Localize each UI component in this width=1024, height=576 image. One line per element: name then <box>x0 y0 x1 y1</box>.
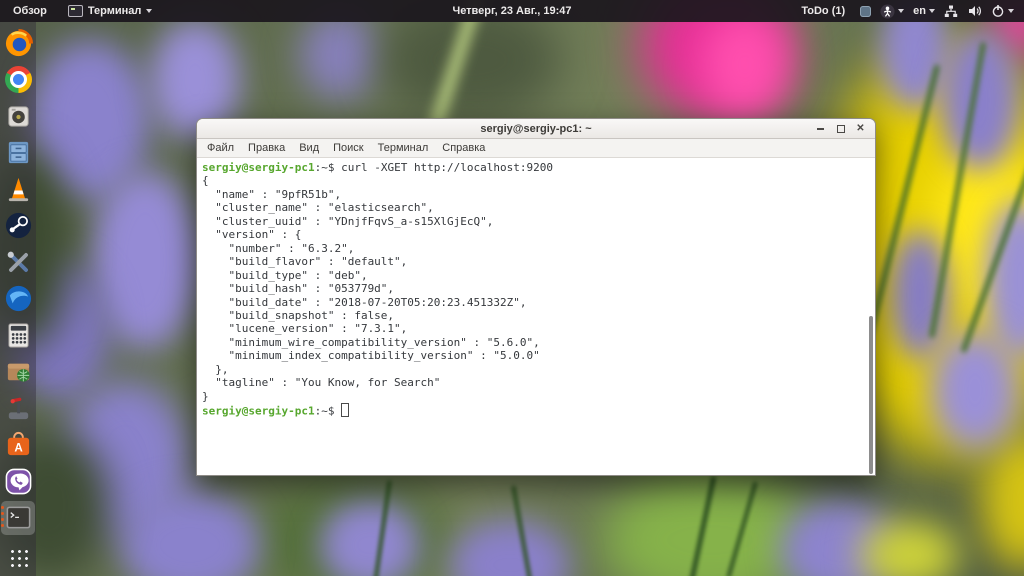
chevron-down-icon <box>929 9 935 13</box>
launcher-item-app-store[interactable]: A <box>1 428 35 462</box>
maximize-button[interactable] <box>835 123 846 134</box>
show-applications-button[interactable] <box>7 547 29 568</box>
network-icon[interactable] <box>944 5 958 18</box>
terminal-output-line: } <box>202 389 209 403</box>
terminal-command: curl -XGET http://localhost:9200 <box>334 161 554 174</box>
steam-icon <box>5 212 31 239</box>
launcher-dock: A <box>0 22 36 576</box>
minimize-button[interactable] <box>815 123 826 134</box>
menu-item-file[interactable]: Файл <box>200 141 241 155</box>
terminal-window: sergiy@sergiy-pc1: ~ ✕ Файл Правка Вид П… <box>196 118 876 476</box>
app-menu-label: Терминал <box>87 5 142 17</box>
terminal-output-line: "minimum_wire_compatibility_version" : "… <box>202 335 540 349</box>
todo-indicator[interactable]: ToDo (1) <box>801 5 845 17</box>
window-menubar: Файл Правка Вид Поиск Терминал Справка <box>197 139 875 158</box>
terminal-output-line: "build_type" : "deb", <box>202 268 368 282</box>
keyboard-layout-menu[interactable]: en <box>913 5 935 17</box>
chevron-down-icon <box>898 9 905 13</box>
terminal-prompt-line: sergiy@sergiy-pc1:~$ curl -XGET http://l… <box>202 161 863 174</box>
menu-item-search[interactable]: Поиск <box>326 141 370 155</box>
terminal-output-line: { <box>202 174 209 188</box>
keyboard-layout-label: en <box>913 5 926 17</box>
firefox-icon <box>5 28 33 56</box>
launcher-item-file-manager[interactable] <box>1 136 35 170</box>
terminal-output-line: "tagline" : "You Know, for Search" <box>202 376 441 390</box>
launcher-item-steam[interactable] <box>1 209 35 243</box>
launcher-item-viber[interactable] <box>1 464 35 498</box>
file-manager-icon <box>8 141 28 164</box>
terminal-scrollbar[interactable] <box>866 158 875 475</box>
app-store-icon: A <box>7 431 29 456</box>
prompt-symbol: :~$ <box>314 404 335 418</box>
terminal-icon <box>6 506 30 529</box>
chevron-down-icon <box>146 9 153 13</box>
terminal-output-line: "build_snapshot" : false, <box>202 308 395 322</box>
desktop: Обзор Терминал Четверг, 23 Авг., 19:47 T… <box>0 0 1024 576</box>
svg-text:A: A <box>14 441 23 454</box>
terminal-prompt-line: sergiy@sergiy-pc1:~$ <box>202 403 863 418</box>
volume-icon[interactable] <box>967 4 982 18</box>
activities-label: Обзор <box>13 5 47 17</box>
clock[interactable]: Четверг, 23 Авг., 19:47 <box>452 5 571 17</box>
thunderbird-icon <box>5 285 31 312</box>
terminal-output-line: "build_flavor" : "default", <box>202 255 408 269</box>
chevron-down-icon <box>1008 9 1014 13</box>
close-button[interactable]: ✕ <box>855 123 866 134</box>
power-menu[interactable] <box>991 4 1014 18</box>
terminal-output-line: }, <box>202 362 229 376</box>
viber-icon <box>5 468 31 494</box>
menu-item-edit[interactable]: Правка <box>241 141 292 155</box>
terminal-cursor <box>340 403 350 417</box>
tools-icon <box>7 251 28 272</box>
terminal-output-line: "build_hash" : "053779d", <box>202 282 395 296</box>
camera-app-icon <box>7 105 29 127</box>
app-indicator[interactable] <box>880 3 905 19</box>
terminal-output-line: "number" : "6.3.2", <box>202 241 355 255</box>
launcher-item-thunderbird[interactable] <box>1 282 35 316</box>
terminal-output-line: "version" : { <box>202 228 302 242</box>
launcher-item-joystick-app[interactable] <box>1 391 35 425</box>
terminal-output-line: "build_date" : "2018-07-20T05:20:23.4513… <box>202 295 527 309</box>
messenger-tray-icon[interactable] <box>860 5 872 17</box>
joystick-icon <box>8 397 28 419</box>
menu-item-terminal[interactable]: Терминал <box>371 141 436 155</box>
activities-button[interactable]: Обзор <box>0 0 60 22</box>
calculator-icon <box>7 322 29 348</box>
scrollbar-thumb[interactable] <box>869 316 873 474</box>
launcher-item-terminal[interactable] <box>1 500 35 535</box>
prompt-user: sergiy@sergiy-pc1 <box>202 161 315 174</box>
launcher-item-calculator[interactable] <box>1 318 35 352</box>
launcher-item-firefox[interactable] <box>1 26 35 60</box>
terminal-output-line: "minimum_index_compatibility_version" : … <box>202 349 540 363</box>
running-indicator-dots <box>1 505 4 527</box>
launcher-item-vlc[interactable] <box>1 172 35 206</box>
terminal-output-line: "name" : "9pfR51b", <box>202 187 342 201</box>
terminal-output-line: "lucene_version" : "7.3.1", <box>202 322 408 336</box>
launcher-item-chrome[interactable] <box>1 63 35 97</box>
software-center-icon <box>7 363 30 382</box>
menu-item-help[interactable]: Справка <box>435 141 492 155</box>
vlc-icon <box>8 177 28 201</box>
top-bar: Обзор Терминал Четверг, 23 Авг., 19:47 T… <box>0 0 1024 22</box>
launcher-item-camera-app[interactable] <box>1 99 35 133</box>
terminal-app-icon <box>67 5 83 17</box>
window-titlebar[interactable]: sergiy@sergiy-pc1: ~ ✕ <box>197 119 875 139</box>
terminal-content[interactable]: sergiy@sergiy-pc1:~$ curl -XGET http://l… <box>197 158 875 475</box>
window-title: sergiy@sergiy-pc1: ~ <box>480 122 592 135</box>
app-menu[interactable]: Терминал <box>60 0 161 22</box>
chrome-icon <box>4 66 32 93</box>
launcher-item-system-tools[interactable] <box>1 245 35 279</box>
prompt-symbol: :~$ <box>314 161 335 174</box>
prompt-user: sergiy@sergiy-pc1 <box>202 404 315 418</box>
app-indicator-icon <box>880 3 895 19</box>
terminal-output-line: "cluster_name" : "elasticsearch", <box>202 201 434 215</box>
launcher-item-software-center[interactable] <box>1 355 35 389</box>
menu-item-view[interactable]: Вид <box>292 141 326 155</box>
power-icon <box>992 5 1004 17</box>
terminal-output-line: "cluster_uuid" : "YDnjfFqvS_a-s15XlGjEcQ… <box>202 214 494 228</box>
